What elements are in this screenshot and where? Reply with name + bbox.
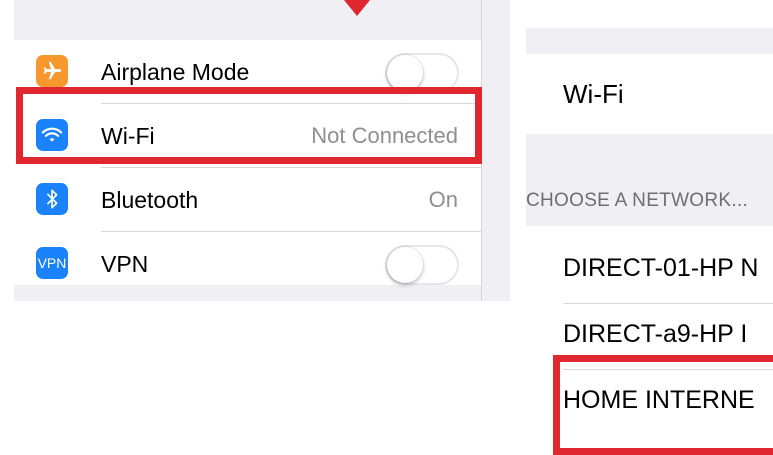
top-strip (14, 0, 510, 40)
toggle-knob (387, 247, 423, 283)
wifi-label: Wi-Fi (563, 79, 624, 109)
wifi-row-highlight-box (16, 87, 482, 164)
airplane-icon (36, 55, 68, 87)
network-item[interactable]: DIRECT-a9-HP I (563, 320, 747, 349)
home-network-highlight-box (553, 355, 773, 455)
wifi-toggle-row[interactable]: Wi-Fi (526, 54, 773, 134)
network-item[interactable]: DIRECT-01-HP N (563, 254, 758, 283)
vpn-icon: VPN (36, 247, 68, 279)
network-separator (563, 303, 773, 304)
choose-network-header: CHOOSE A NETWORK... (526, 190, 749, 211)
pointer-triangle (344, 0, 370, 16)
settings-row-label: VPN (101, 251, 149, 277)
vpn-toggle[interactable] (385, 245, 459, 285)
settings-row-bluetooth[interactable]: Bluetooth On (14, 168, 481, 232)
section-header-band (526, 134, 773, 226)
settings-row-vpn[interactable]: VPN VPN (14, 232, 481, 296)
bluetooth-status-value: On (428, 187, 458, 212)
bluetooth-icon (36, 183, 68, 215)
toggle-knob (387, 55, 423, 91)
settings-row-label: Bluetooth (101, 187, 199, 213)
top-gray-band (526, 28, 773, 54)
